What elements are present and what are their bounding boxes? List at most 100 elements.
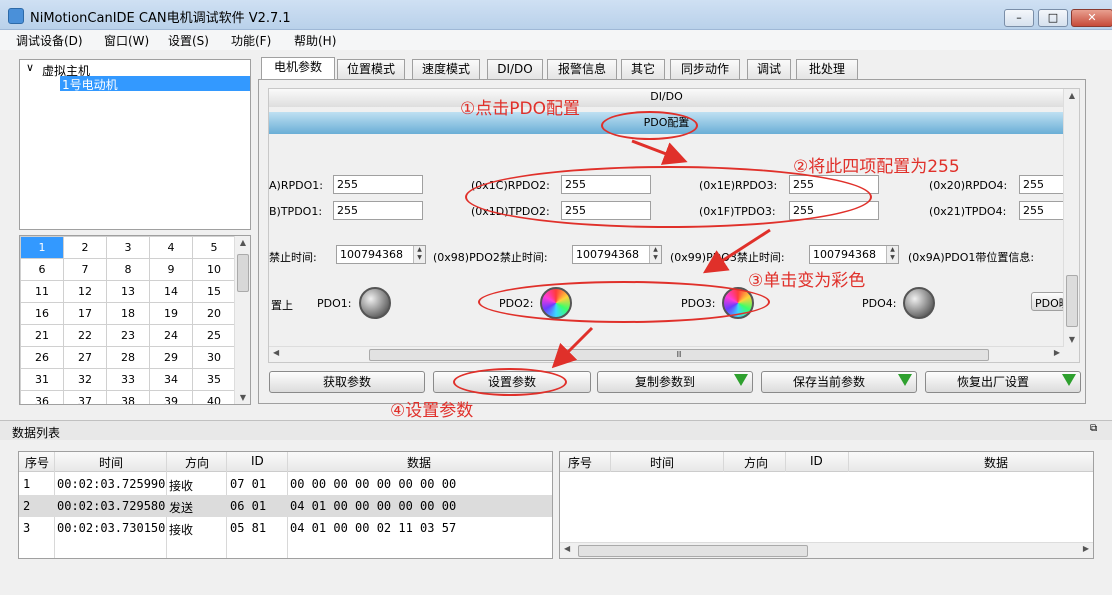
tab-motor-params[interactable]: 电机参数 bbox=[261, 57, 335, 80]
inhibit3-input[interactable]: 100794368 ▲ ▼ bbox=[809, 245, 899, 264]
scroll-down-icon[interactable]: ▼ bbox=[1064, 335, 1079, 344]
node-cell[interactable]: 7 bbox=[63, 258, 107, 281]
dropdown-arrow-icon[interactable] bbox=[1062, 374, 1076, 386]
node-cell[interactable]: 20 bbox=[192, 302, 236, 325]
node-cell[interactable]: 11 bbox=[20, 280, 64, 303]
col-direction[interactable]: 方向 bbox=[744, 454, 768, 471]
right-table-scroll-thumb[interactable] bbox=[578, 545, 808, 557]
node-cell[interactable]: 22 bbox=[63, 324, 107, 347]
inhibit1-input[interactable]: 100794368 ▲ ▼ bbox=[336, 245, 426, 264]
node-cell[interactable]: 28 bbox=[106, 346, 150, 369]
tab-other[interactable]: 其它 bbox=[621, 59, 665, 79]
node-cell[interactable]: 6 bbox=[20, 258, 64, 281]
col-index[interactable]: 序号 bbox=[568, 454, 592, 471]
scroll-down-icon[interactable]: ▼ bbox=[235, 393, 250, 402]
menu-device[interactable]: 调试设备(D) bbox=[16, 32, 83, 49]
dropdown-arrow-icon[interactable] bbox=[734, 374, 748, 386]
node-cell[interactable]: 19 bbox=[149, 302, 193, 325]
node-cell[interactable]: 8 bbox=[106, 258, 150, 281]
right-table-hscrollbar[interactable]: ◀ ▶ bbox=[560, 542, 1093, 558]
node-cell[interactable]: 5 bbox=[192, 236, 236, 259]
node-cell[interactable]: 39 bbox=[149, 390, 193, 404]
col-data[interactable]: 数据 bbox=[407, 454, 431, 471]
scroll-right-icon[interactable]: ▶ bbox=[1083, 544, 1089, 553]
get-params-button[interactable]: 获取参数 bbox=[269, 371, 425, 393]
tab-position-mode[interactable]: 位置模式 bbox=[337, 59, 405, 79]
pdo-vscroll-thumb[interactable] bbox=[1066, 275, 1078, 327]
maximize-button[interactable]: □ bbox=[1038, 9, 1068, 27]
menu-settings[interactable]: 设置(S) bbox=[168, 32, 209, 49]
node-cell[interactable]: 3 bbox=[106, 236, 150, 259]
node-cell[interactable]: 26 bbox=[20, 346, 64, 369]
spinner-icon[interactable]: ▲ ▼ bbox=[649, 246, 661, 263]
tab-debug[interactable]: 调试 bbox=[747, 59, 791, 79]
tab-dido[interactable]: DI/DO bbox=[487, 59, 543, 79]
grid-scrollbar[interactable]: ▲ ▼ bbox=[234, 236, 250, 404]
node-cell[interactable]: 2 bbox=[63, 236, 107, 259]
tree-item-motor-1[interactable]: 1号电动机 bbox=[60, 76, 250, 92]
scroll-up-icon[interactable]: ▲ bbox=[235, 238, 250, 247]
node-cell[interactable]: 17 bbox=[63, 302, 107, 325]
expand-icon[interactable]: ∨ bbox=[26, 61, 34, 74]
table-row[interactable]: 1 00:02:03.725990 接收 07 01 00 00 00 00 0… bbox=[19, 473, 552, 495]
node-cell[interactable]: 21 bbox=[20, 324, 64, 347]
table-row[interactable]: 3 00:02:03.730150 接收 05 81 04 01 00 00 0… bbox=[19, 517, 552, 539]
scroll-up-icon[interactable]: ▲ bbox=[1064, 91, 1079, 100]
tab-batch[interactable]: 批处理 bbox=[796, 59, 858, 79]
menu-window[interactable]: 窗口(W) bbox=[104, 32, 149, 49]
pdo-vscrollbar[interactable]: ▲ ▼ bbox=[1063, 89, 1079, 346]
pdo4-indicator[interactable] bbox=[903, 287, 935, 319]
grid-scroll-thumb[interactable] bbox=[237, 254, 249, 292]
spinner-icon[interactable]: ▲ ▼ bbox=[886, 246, 898, 263]
node-cell[interactable]: 31 bbox=[20, 368, 64, 391]
node-cell[interactable]: 34 bbox=[149, 368, 193, 391]
node-cell[interactable]: 37 bbox=[63, 390, 107, 404]
tab-alarm[interactable]: 报警信息 bbox=[547, 59, 617, 79]
spinner-icon[interactable]: ▲ ▼ bbox=[413, 246, 425, 263]
tpdo4-input[interactable]: 255 bbox=[1019, 201, 1064, 220]
col-id[interactable]: ID bbox=[810, 454, 823, 468]
tab-sync[interactable]: 同步动作 bbox=[670, 59, 740, 79]
col-time[interactable]: 时间 bbox=[99, 454, 123, 471]
node-cell[interactable]: 9 bbox=[149, 258, 193, 281]
node-cell[interactable]: 18 bbox=[106, 302, 150, 325]
node-cell[interactable]: 33 bbox=[106, 368, 150, 391]
node-cell[interactable]: 13 bbox=[106, 280, 150, 303]
menu-help[interactable]: 帮助(H) bbox=[294, 32, 336, 49]
node-cell[interactable]: 15 bbox=[192, 280, 236, 303]
node-cell[interactable]: 14 bbox=[149, 280, 193, 303]
node-cell[interactable]: 12 bbox=[63, 280, 107, 303]
node-cell[interactable]: 36 bbox=[20, 390, 64, 404]
scroll-left-icon[interactable]: ◀ bbox=[273, 348, 279, 357]
inhibit2-input[interactable]: 100794368 ▲ ▼ bbox=[572, 245, 662, 264]
node-cell[interactable]: 30 bbox=[192, 346, 236, 369]
dropdown-arrow-icon[interactable] bbox=[898, 374, 912, 386]
scroll-left-icon[interactable]: ◀ bbox=[564, 544, 570, 553]
section-dido[interactable]: DI/DO bbox=[269, 89, 1064, 107]
factory-reset-button[interactable]: 恢复出厂设置 bbox=[925, 371, 1081, 393]
pdo1-indicator[interactable] bbox=[359, 287, 391, 319]
node-cell[interactable]: 27 bbox=[63, 346, 107, 369]
node-cell[interactable]: 32 bbox=[63, 368, 107, 391]
node-cell[interactable]: 23 bbox=[106, 324, 150, 347]
node-cell[interactable]: 40 bbox=[192, 390, 236, 404]
table-row[interactable]: 2 00:02:03.729580 发送 06 01 04 01 00 00 0… bbox=[19, 495, 552, 517]
tpdo1-input[interactable]: 255 bbox=[333, 201, 423, 220]
minimize-button[interactable]: – bbox=[1004, 9, 1034, 27]
copy-params-button[interactable]: 复制参数到 bbox=[597, 371, 753, 393]
tab-speed-mode[interactable]: 速度模式 bbox=[412, 59, 480, 79]
restore-icon[interactable]: ⧉ bbox=[1090, 423, 1097, 434]
node-cell[interactable]: 24 bbox=[149, 324, 193, 347]
pdo-hscroll-thumb[interactable]: Ⅲ bbox=[369, 349, 989, 361]
node-cell[interactable]: 25 bbox=[192, 324, 236, 347]
node-cell[interactable]: 38 bbox=[106, 390, 150, 404]
close-button[interactable]: ✕ bbox=[1071, 9, 1112, 27]
node-cell[interactable]: 29 bbox=[149, 346, 193, 369]
node-cell[interactable]: 16 bbox=[20, 302, 64, 325]
col-index[interactable]: 序号 bbox=[25, 454, 49, 471]
col-id[interactable]: ID bbox=[251, 454, 264, 468]
col-direction[interactable]: 方向 bbox=[185, 454, 209, 471]
rpdo1-input[interactable]: 255 bbox=[333, 175, 423, 194]
menu-function[interactable]: 功能(F) bbox=[231, 32, 271, 49]
node-cell[interactable]: 10 bbox=[192, 258, 236, 281]
